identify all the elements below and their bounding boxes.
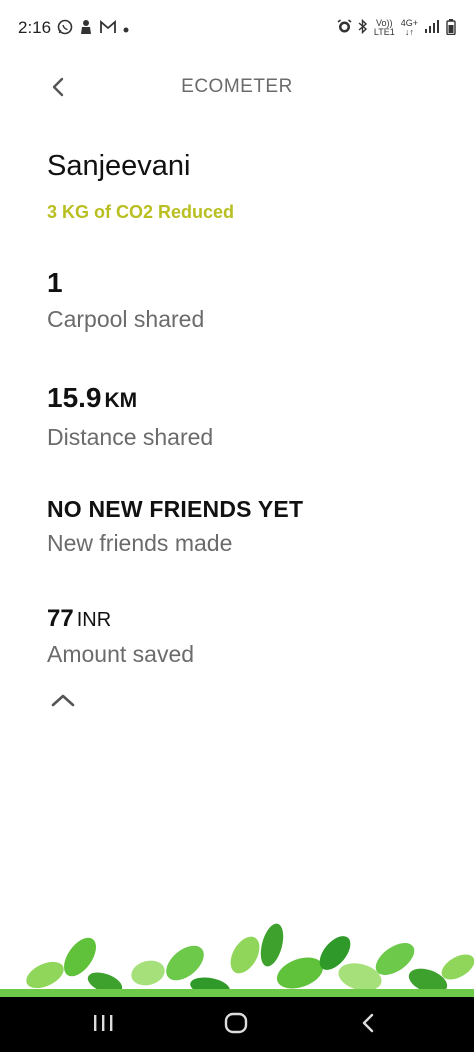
system-nav-bar: [0, 997, 474, 1052]
status-bar: 2:16 Vo)) LTE1 4G+ ↓↑: [0, 0, 474, 56]
carpool-count: 1: [47, 267, 63, 298]
distance-value-row: 15.9 KM: [47, 381, 213, 418]
back-arrow-icon: [361, 1013, 375, 1038]
amount-value-row: 77 INR: [47, 600, 194, 637]
lte-label: LTE1: [373, 27, 395, 37]
home-icon: [224, 1012, 248, 1039]
network-4g-indicator: 4G+ ↓↑: [401, 19, 418, 37]
carpool-app-icon: [79, 19, 93, 38]
stat-distance: 15.9 KM Distance shared: [47, 381, 213, 451]
recent-apps-button[interactable]: [78, 1007, 128, 1043]
stat-amount: 77 INR Amount saved: [47, 600, 194, 668]
friends-label: New friends made: [47, 530, 233, 556]
friends-value: NO NEW FRIENDS YET: [47, 496, 304, 522]
amount-unit: INR: [76, 609, 112, 631]
chevron-up-icon: [50, 692, 76, 713]
leaves-decoration: [0, 915, 474, 997]
stat-carpool: 1 Carpool shared: [47, 266, 204, 333]
bluetooth-icon: [358, 18, 368, 37]
alarm-icon: [337, 19, 352, 37]
whatsapp-icon: [57, 19, 73, 38]
distance-unit: KM: [104, 389, 138, 412]
recent-apps-icon: [92, 1014, 114, 1037]
stat-friends: NO NEW FRIENDS YET New friends made: [47, 492, 303, 557]
app-header: ECOMETER: [0, 60, 474, 118]
status-bar-right: Vo)) LTE1 4G+ ↓↑: [337, 18, 456, 38]
gmail-icon: [99, 19, 117, 37]
amount-value: 77: [47, 605, 74, 632]
amount-label: Amount saved: [47, 641, 195, 667]
leaves-illustration: [0, 923, 474, 997]
co2-reduced-text: 3 KG of CO2 Reduced: [47, 202, 235, 222]
back-nav-button[interactable]: [343, 1007, 393, 1043]
distance-label: Distance shared: [47, 424, 214, 450]
notification-dot-icon: [123, 20, 129, 36]
status-time: 2:16: [18, 18, 52, 37]
distance-value: 15.9: [47, 382, 102, 413]
signal-icon: [424, 20, 440, 36]
volte-indicator: Vo)) LTE1: [374, 19, 395, 37]
home-button[interactable]: [211, 1007, 261, 1043]
user-name: Sanjeevani: [47, 150, 191, 182]
battery-icon: [446, 18, 456, 38]
carpool-label: Carpool shared: [47, 306, 205, 332]
collapse-button[interactable]: [46, 686, 80, 718]
data-arrows-icon: ↓↑: [404, 27, 414, 37]
status-bar-left: 2:16: [18, 18, 129, 38]
page-title: ECOMETER: [181, 76, 293, 97]
